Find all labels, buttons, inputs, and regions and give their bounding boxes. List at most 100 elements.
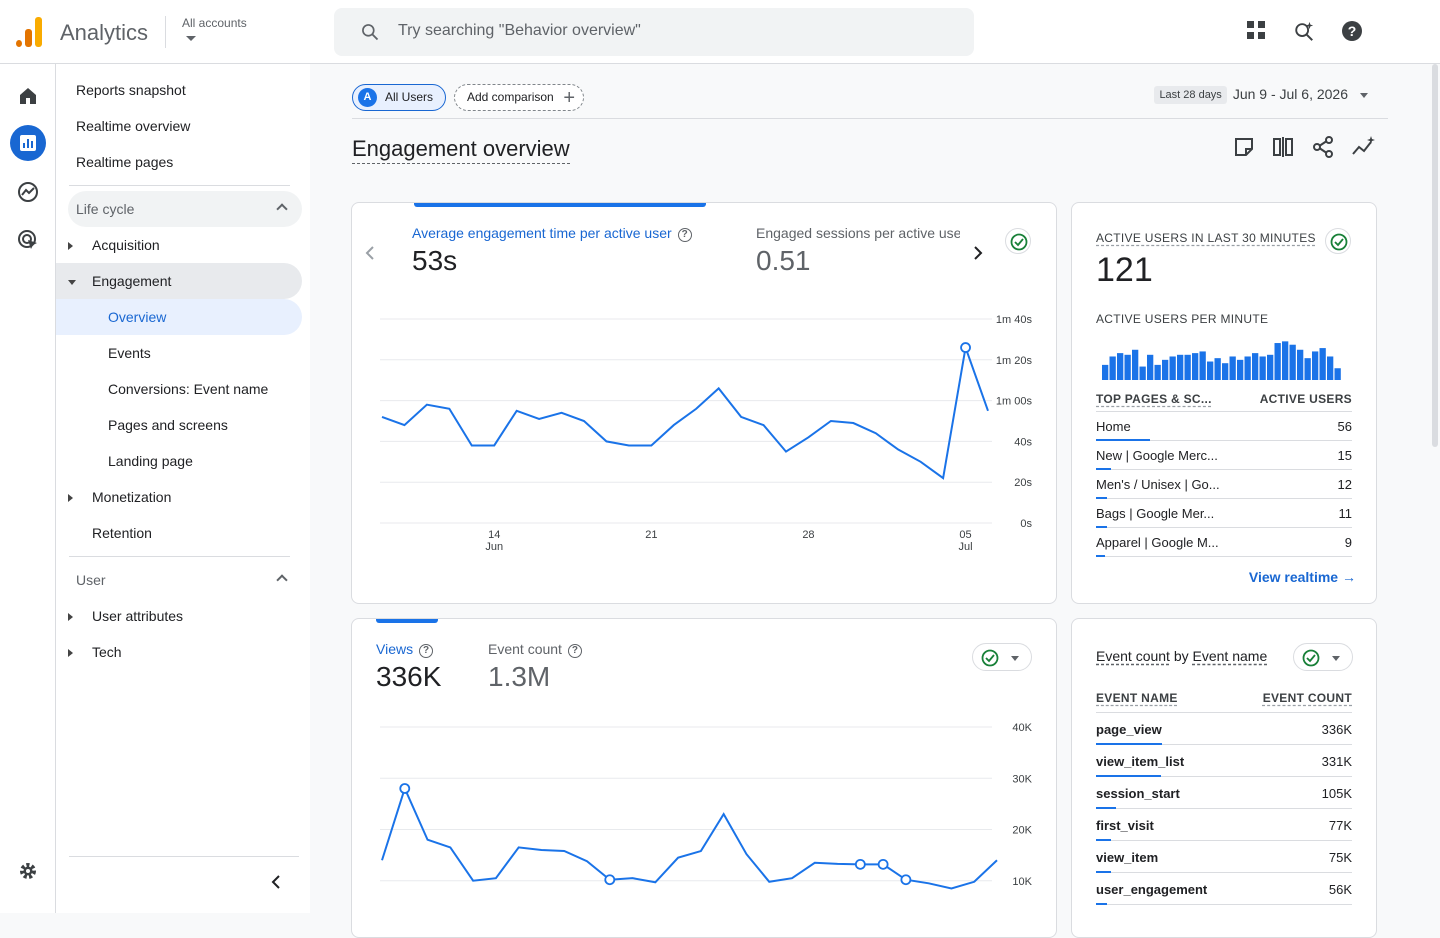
apps-grid-icon[interactable]: [1246, 20, 1266, 40]
x-tick-label: 28: [802, 529, 814, 541]
nav-section-user[interactable]: User: [68, 562, 302, 598]
table-row[interactable]: view_item_list 331K: [1096, 745, 1352, 777]
search-input[interactable]: Try searching "Behavior overview": [334, 8, 974, 56]
date-range-picker[interactable]: Last 28 days Jun 9 - Jul 6, 2026: [1154, 86, 1368, 105]
divider: [69, 556, 290, 557]
active-users-30min-title: ACTIVE USERS IN LAST 30 MINUTES: [1096, 231, 1316, 245]
metric-tab-engaged-sessions[interactable]: Engaged sessions per active user: [756, 225, 960, 241]
table-row[interactable]: Men's / Unisex | Go... 12: [1096, 470, 1352, 499]
column-header-pages[interactable]: TOP PAGES & SC...: [1096, 392, 1212, 406]
page-scrollbar[interactable]: [1432, 64, 1438, 447]
data-quality-dropdown[interactable]: [1293, 643, 1353, 671]
metric-tab-event-count[interactable]: Event count?: [488, 641, 582, 658]
customize-report-icon[interactable]: [1233, 136, 1255, 158]
selected-metric-indicator: [376, 619, 438, 623]
chevron-left-icon[interactable]: [364, 245, 376, 261]
event-name: user_engagement: [1096, 882, 1208, 897]
table-row[interactable]: Apparel | Google M... 9: [1096, 528, 1352, 557]
active-users-per-minute-bars: [1102, 341, 1341, 380]
table-row[interactable]: New | Google Merc... 15: [1096, 441, 1352, 470]
compare-icon[interactable]: [1272, 136, 1294, 158]
arrow-right-icon: →: [1342, 569, 1356, 585]
page-title: Engagement overview: [352, 136, 570, 164]
table-row[interactable]: view_item 75K: [1096, 841, 1352, 873]
metric-name[interactable]: Event count: [1096, 648, 1170, 664]
metric-tab-views[interactable]: Views?: [376, 641, 434, 658]
per-minute-bar: [1147, 354, 1154, 380]
divider: [69, 856, 299, 857]
table-row[interactable]: first_visit 77K: [1096, 809, 1352, 841]
data-quality-dropdown[interactable]: [972, 643, 1032, 671]
nav-reports-snapshot[interactable]: Reports snapshot: [56, 72, 302, 108]
dimension-name[interactable]: Event name: [1193, 648, 1268, 664]
help-icon[interactable]: ?: [1341, 20, 1363, 42]
table-row[interactable]: Home 56: [1096, 412, 1352, 441]
per-minute-bar: [1109, 356, 1116, 380]
view-realtime-link[interactable]: View realtime →: [1249, 569, 1356, 585]
chevron-right-icon[interactable]: [972, 245, 984, 261]
explore-icon[interactable]: [10, 174, 46, 210]
anomaly-point[interactable]: [877, 858, 889, 870]
share-bar: [1096, 555, 1105, 557]
x-tick-month-label: Jun: [485, 541, 503, 553]
all-users-chip[interactable]: A All Users: [352, 84, 446, 111]
data-quality-check-icon[interactable]: [1005, 228, 1031, 254]
anomaly-point[interactable]: [900, 874, 912, 886]
nav-landing-page[interactable]: Landing page: [56, 443, 302, 479]
data-quality-check-icon[interactable]: [1325, 228, 1351, 254]
per-minute-bar: [1154, 364, 1161, 380]
chevron-up-icon: [276, 203, 288, 215]
column-header-event-name[interactable]: EVENT NAME: [1096, 691, 1178, 705]
advertising-icon[interactable]: [10, 222, 46, 258]
search-insights-icon[interactable]: [1293, 20, 1315, 42]
series-line: [381, 785, 998, 890]
help-icon[interactable]: ?: [567, 644, 582, 658]
anomaly-point[interactable]: [604, 874, 616, 886]
share-icon[interactable]: [1312, 136, 1334, 158]
help-icon[interactable]: ?: [419, 644, 434, 658]
per-minute-bar: [1229, 356, 1236, 380]
column-header-active-users[interactable]: ACTIVE USERS: [1260, 392, 1352, 406]
column-header-event-count[interactable]: EVENT COUNT: [1263, 691, 1352, 705]
event-count: 336K: [1321, 722, 1352, 737]
per-minute-bar: [1184, 354, 1191, 380]
reports-icon[interactable]: [10, 125, 46, 161]
nav-monetization[interactable]: Monetization: [56, 479, 302, 515]
table-row[interactable]: session_start 105K: [1096, 777, 1352, 809]
divider: [352, 118, 1388, 119]
per-minute-bar: [1319, 348, 1326, 380]
table-row[interactable]: page_view 336K: [1096, 713, 1352, 745]
add-comparison-button[interactable]: Add comparison +: [454, 84, 584, 111]
settings-gear-icon[interactable]: [10, 853, 46, 889]
per-minute-bar: [1267, 354, 1274, 380]
anomaly-point[interactable]: [960, 342, 971, 353]
anomaly-point[interactable]: [854, 858, 866, 870]
nav-tech[interactable]: Tech: [56, 634, 302, 670]
metric-tab-engagement-time[interactable]: Average engagement time per active user?: [412, 225, 692, 242]
table-row[interactable]: Bags | Google Mer... 11: [1096, 499, 1352, 528]
collapse-nav-chevron-icon[interactable]: [268, 874, 284, 890]
nav-engagement[interactable]: Engagement: [56, 263, 302, 299]
nav-realtime-overview[interactable]: Realtime overview: [56, 108, 302, 144]
home-icon[interactable]: [10, 78, 46, 114]
top-app-bar: Analytics All accounts Try searching "Be…: [0, 0, 1440, 64]
nav-label: Monetization: [92, 489, 172, 505]
plus-icon: +: [563, 87, 575, 109]
nav-realtime-pages[interactable]: Realtime pages: [56, 144, 302, 180]
nav-acquisition[interactable]: Acquisition: [56, 227, 302, 263]
nav-section-lifecycle[interactable]: Life cycle: [68, 191, 302, 227]
account-picker[interactable]: All accounts: [182, 16, 247, 41]
nav-pages-and-screens[interactable]: Pages and screens: [56, 407, 302, 443]
nav-conversions[interactable]: Conversions: Event name: [56, 371, 302, 407]
nav-retention[interactable]: Retention: [56, 515, 302, 551]
nav-events[interactable]: Events: [56, 335, 302, 371]
divider: [69, 185, 290, 186]
analytics-logo[interactable]: [16, 17, 42, 47]
table-row[interactable]: user_engagement 56K: [1096, 873, 1352, 905]
help-icon[interactable]: ?: [677, 228, 692, 242]
anomaly-point[interactable]: [399, 783, 411, 794]
nav-engagement-overview[interactable]: Overview: [56, 299, 302, 335]
insights-icon[interactable]: [1352, 136, 1376, 158]
nav-label: User attributes: [92, 608, 184, 624]
nav-user-attributes[interactable]: User attributes: [56, 598, 302, 634]
